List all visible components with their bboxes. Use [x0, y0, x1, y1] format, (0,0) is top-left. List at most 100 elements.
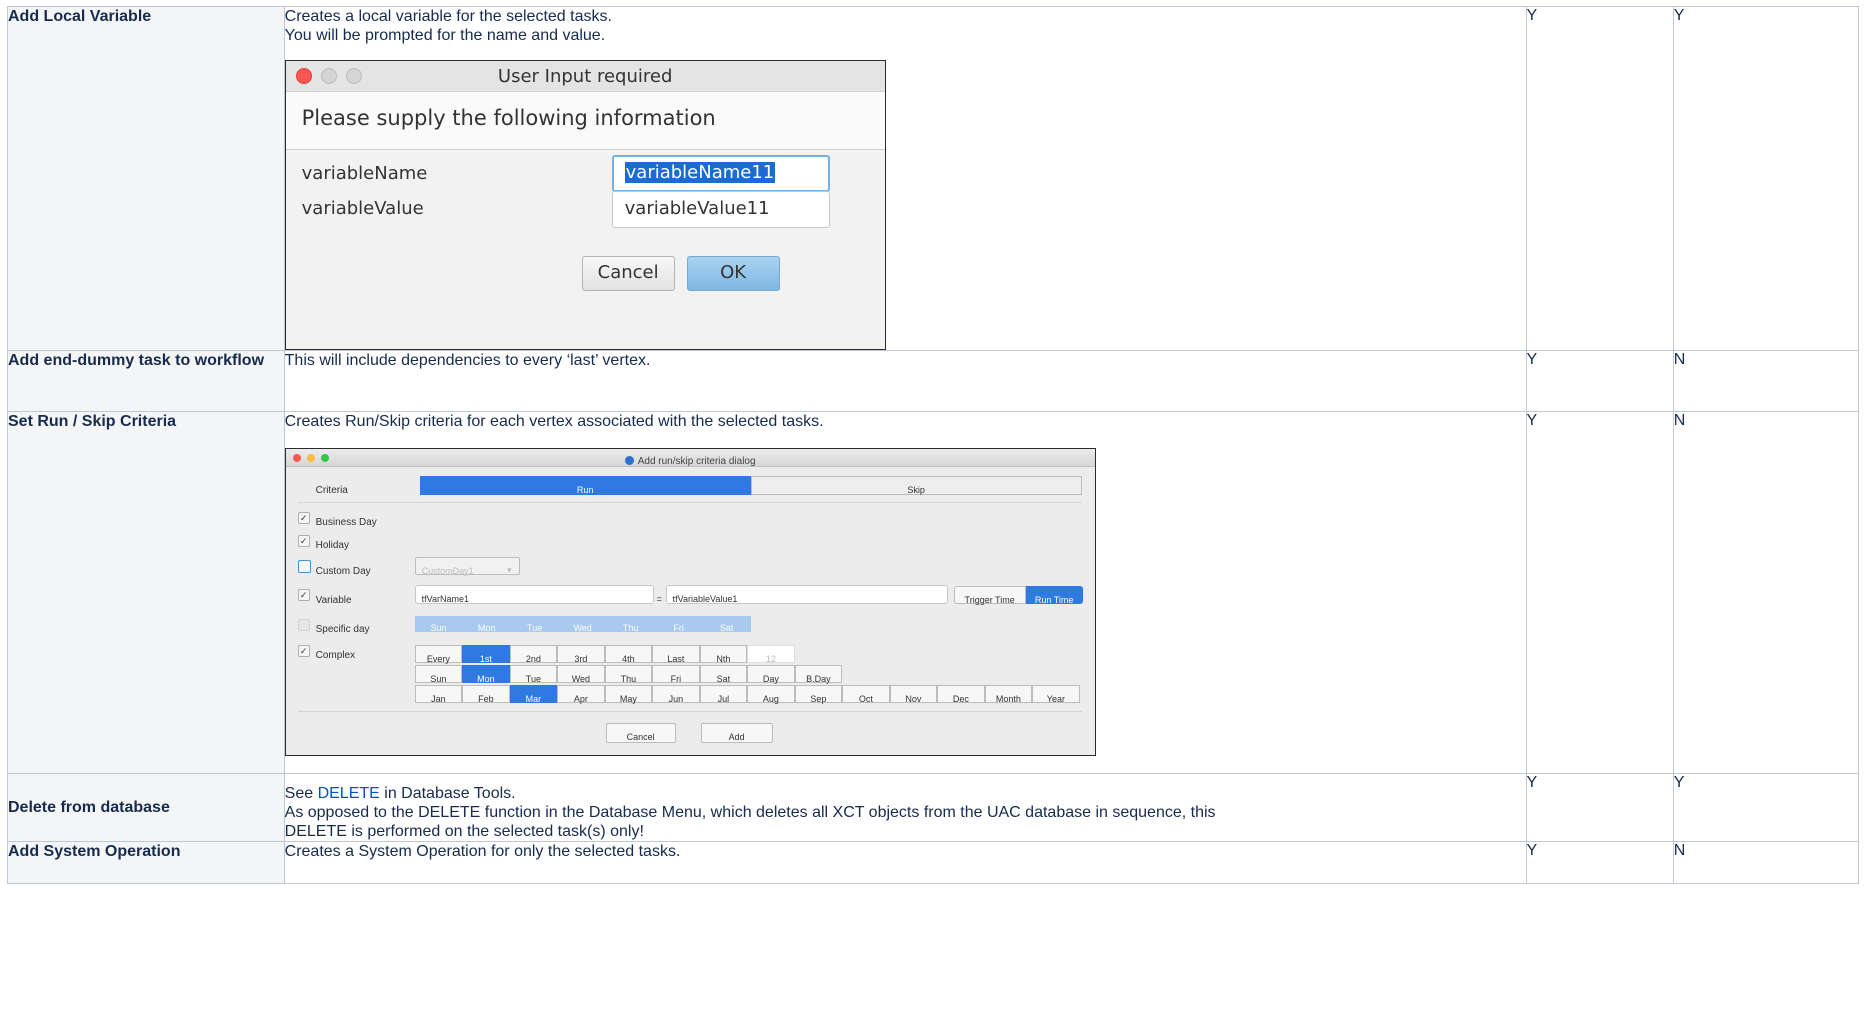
dialog-titlebar: User Input required: [285, 61, 885, 92]
variable-value-input[interactable]: variableValue11: [611, 191, 830, 228]
dialog-title-text: Add run/skip criteria dialog: [637, 456, 756, 467]
chevron-down-icon: ▾: [507, 565, 512, 575]
row-name: Set Run / Skip Criteria: [7, 411, 285, 774]
complex-option[interactable]: Sep: [794, 685, 843, 704]
cancel-button[interactable]: Cancel: [581, 256, 675, 291]
variable-name-input[interactable]: variableName11: [611, 155, 830, 192]
complex-option[interactable]: Mar: [509, 685, 558, 704]
complex-option[interactable]: Apr: [557, 685, 605, 704]
description-line: You will be prompted for the name and va…: [284, 27, 606, 44]
variable-checkbox[interactable]: ✓: [297, 589, 310, 601]
custom-day-checkbox[interactable]: [297, 560, 311, 573]
complex-option[interactable]: 1st: [462, 645, 510, 664]
var-name-input[interactable]: tfVarName1: [414, 585, 654, 604]
trigger-time-toggle[interactable]: Trigger Time: [953, 586, 1026, 605]
complex-option[interactable]: Thu: [604, 665, 653, 684]
complex-option[interactable]: Month: [984, 685, 1033, 704]
row-col3: Y: [1525, 411, 1674, 774]
description-suffix: in Database Tools.: [379, 785, 516, 802]
specific-day-item[interactable]: Mon: [463, 616, 511, 633]
row-col4: Y: [1672, 6, 1860, 351]
complex-option[interactable]: 3rd: [557, 645, 605, 664]
table-row: Add System Operation Creates a System Op…: [7, 841, 1860, 884]
complex-option[interactable]: Day: [747, 665, 795, 684]
description-line: As opposed to the DELETE function in the…: [284, 804, 1216, 840]
complex-option[interactable]: Aug: [747, 685, 795, 704]
table-row: Add end-dummy task to workflow This will…: [7, 350, 1860, 412]
complex-option[interactable]: 2nd: [509, 645, 558, 664]
custom-day-label: Custom Day: [315, 566, 371, 577]
complex-option[interactable]: Last: [652, 645, 700, 664]
complex-option[interactable]: Every: [414, 645, 463, 664]
row-name: Delete from database: [7, 773, 285, 842]
description-line: Creates Run/Skip criteria for each verte…: [284, 413, 824, 430]
row-name: Add System Operation: [7, 841, 285, 884]
complex-option[interactable]: Sat: [699, 665, 748, 684]
complex-day-row: Sun Mon Tue Wed Thu Fri Sat Day B.Day: [414, 665, 843, 684]
run-toggle[interactable]: Run: [419, 476, 751, 495]
complex-option[interactable]: B.Day: [794, 665, 843, 684]
description-line: Creates a System Operation for only the …: [284, 843, 681, 860]
add-button[interactable]: Add: [700, 723, 773, 743]
description-prefix: See: [284, 785, 318, 802]
specific-day-item[interactable]: Fri: [655, 616, 703, 633]
row-col4: N: [1672, 841, 1860, 884]
holiday-checkbox[interactable]: ✓: [297, 535, 310, 547]
table-row: Add Local Variable Creates a local varia…: [7, 6, 1860, 351]
complex-option[interactable]: 4th: [604, 645, 653, 664]
custom-day-select[interactable]: CustomDay1 ▾: [414, 557, 520, 576]
specific-day-item[interactable]: Sat: [703, 616, 751, 633]
complex-option[interactable]: Tue: [509, 665, 558, 684]
dialog-title: Add run/skip criteria dialog: [286, 452, 1095, 471]
variable-value-label: variableValue: [301, 198, 424, 219]
divider: [297, 711, 1082, 712]
specific-day-item[interactable]: Tue: [511, 616, 559, 633]
complex-option[interactable]: Fri: [652, 665, 700, 684]
complex-option[interactable]: Jul: [699, 685, 748, 704]
complex-option[interactable]: Sun: [414, 665, 463, 684]
table-row: Delete from database See DELETE in Datab…: [7, 773, 1860, 842]
row-description: Creates Run/Skip criteria for each verte…: [283, 411, 1527, 774]
complex-option[interactable]: Feb: [462, 685, 510, 704]
specific-day-item[interactable]: Thu: [607, 616, 655, 633]
complex-option[interactable]: Oct: [842, 685, 890, 704]
complex-option[interactable]: Wed: [557, 665, 605, 684]
business-day-label: Business Day: [315, 517, 377, 528]
complex-option[interactable]: Nov: [889, 685, 938, 704]
skip-toggle[interactable]: Skip: [750, 476, 1082, 495]
criteria-label: Criteria: [315, 485, 348, 496]
cancel-button[interactable]: Cancel: [605, 723, 676, 743]
specific-day-item[interactable]: Wed: [559, 616, 607, 633]
row-name: Add end-dummy task to workflow: [7, 350, 285, 412]
variable-name-value: variableName11: [624, 162, 776, 183]
row-col4: N: [1672, 411, 1860, 774]
specific-day-label: Specific day: [315, 624, 370, 635]
table-row: Set Run / Skip Criteria Creates Run/Skip…: [7, 411, 1860, 774]
run-time-toggle[interactable]: Run Time: [1025, 586, 1083, 605]
complex-option[interactable]: Dec: [937, 685, 985, 704]
complex-option[interactable]: Year: [1032, 685, 1080, 704]
business-day-checkbox[interactable]: ✓: [297, 512, 310, 524]
complex-option[interactable]: Nth: [699, 645, 748, 664]
complex-option[interactable]: Mon: [462, 665, 510, 684]
complex-option[interactable]: May: [604, 685, 653, 704]
specific-day-checkbox[interactable]: [297, 619, 310, 631]
run-skip-dialog-screenshot: Add run/skip criteria dialog Criteria Ru…: [284, 448, 1096, 756]
complex-month-row: Jan Feb Mar Apr May Jun Jul Aug Sep Oct …: [414, 685, 1080, 704]
equals-sign: =: [656, 594, 662, 604]
variable-label: Variable: [315, 595, 352, 606]
complex-option[interactable]: Jan: [414, 685, 463, 704]
tasks-table: Add Local Variable Creates a local varia…: [7, 6, 1860, 884]
row-col3: Y: [1525, 350, 1674, 412]
ok-button[interactable]: OK: [686, 256, 780, 291]
var-value-input[interactable]: tfVariableValue1: [665, 585, 948, 604]
complex-option[interactable]: Jun: [652, 685, 700, 704]
specific-day-item[interactable]: Sun: [415, 616, 463, 633]
delete-link[interactable]: DELETE: [318, 785, 380, 802]
row-col4: N: [1672, 350, 1860, 412]
variable-name-label: variableName: [301, 163, 428, 184]
row-col3: Y: [1525, 841, 1674, 884]
complex-checkbox[interactable]: ✓: [297, 645, 310, 657]
row-name: Add Local Variable: [7, 6, 285, 351]
complex-n-input[interactable]: 12: [747, 645, 795, 664]
